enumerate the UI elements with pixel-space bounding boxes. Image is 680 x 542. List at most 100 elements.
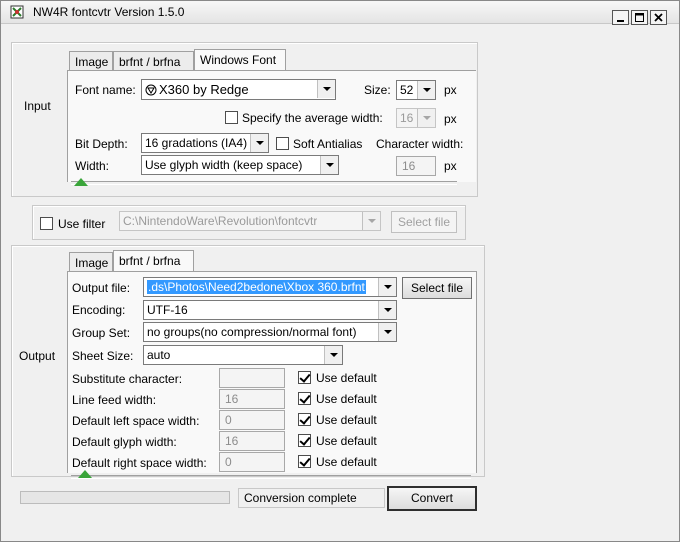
glyph-width-value: 16: [225, 434, 239, 448]
substitute-character-label: Substitute character:: [72, 372, 183, 386]
title-bar[interactable]: NW4R fontcvtr Version 1.5.0: [1, 1, 679, 25]
line-feed-default-label: Use default: [316, 392, 377, 406]
left-space-width-field[interactable]: 0: [219, 410, 285, 430]
substitute-default-checkbox[interactable]: [298, 371, 311, 384]
glyph-width-label: Default glyph width:: [72, 435, 177, 449]
soft-antialias-label: Soft Antialias: [293, 137, 363, 151]
line-feed-default-checkbox[interactable]: [298, 392, 311, 405]
minimize-button[interactable]: [612, 10, 629, 25]
size-value: 52: [400, 83, 414, 97]
output-file-select[interactable]: .ds\Photos\Need2bedone\Xbox 360.brfnt: [143, 277, 397, 297]
font-name-value: X360 by Redge: [159, 82, 249, 97]
width-label: Width:: [75, 159, 110, 173]
tab-brfnt-brfna[interactable]: brfnt / brfna: [113, 51, 194, 71]
chevron-down-icon[interactable]: [250, 134, 268, 152]
average-width-value: 16: [400, 111, 414, 125]
status-message: Conversion complete: [244, 491, 357, 505]
average-width-label: Specify the average width:: [242, 111, 383, 125]
group-set-select[interactable]: no groups(no compression/normal font): [143, 322, 397, 342]
substitute-character-field[interactable]: [219, 368, 285, 388]
width-value: Use glyph width (keep space): [145, 158, 303, 172]
glyph-width-default-label: Use default: [316, 434, 377, 448]
use-filter-checkbox[interactable]: [40, 217, 53, 230]
progress-bar: [20, 491, 230, 504]
glyph-width-field[interactable]: 16: [219, 431, 285, 451]
filter-path-select[interactable]: C:\NintendoWare\Revolution\fontcvtr: [119, 211, 381, 231]
maximize-button[interactable]: [631, 10, 648, 25]
left-space-width-label: Default left space width:: [72, 414, 200, 428]
chevron-down-icon[interactable]: [324, 346, 342, 364]
convert-button[interactable]: Convert: [387, 486, 477, 511]
use-filter-label: Use filter: [58, 217, 106, 231]
opentype-font-icon: [145, 84, 157, 96]
minimize-icon: [617, 20, 624, 22]
sheet-size-value: auto: [147, 348, 171, 362]
chevron-down-icon[interactable]: [320, 156, 338, 174]
chevron-down-icon[interactable]: [362, 212, 380, 230]
tab-image[interactable]: Image: [69, 51, 113, 71]
bit-depth-select[interactable]: 16 gradations (IA4): [141, 133, 269, 153]
average-width-select[interactable]: 16: [396, 108, 436, 128]
output-select-file-button[interactable]: Select file: [402, 277, 472, 299]
width-select[interactable]: Use glyph width (keep space): [141, 155, 339, 175]
font-name-label: Font name:: [75, 83, 136, 97]
character-width-field[interactable]: 16: [396, 156, 436, 176]
substitute-default-label: Use default: [316, 371, 377, 385]
tab-windows-font[interactable]: Windows Font: [194, 49, 286, 71]
output-panel-splitter[interactable]: [71, 475, 471, 479]
font-name-select[interactable]: X360 by Redge: [141, 79, 336, 100]
average-width-checkbox[interactable]: [225, 111, 238, 124]
size-label: Size:: [364, 83, 391, 97]
right-space-width-label: Default right space width:: [72, 456, 207, 470]
tab-output-image[interactable]: Image: [69, 252, 113, 272]
output-group-label: Output: [19, 349, 56, 363]
line-feed-width-label: Line feed width:: [72, 393, 157, 407]
close-button[interactable]: [650, 10, 667, 25]
expand-triangle-icon[interactable]: [78, 470, 92, 478]
sheet-size-label: Sheet Size:: [72, 349, 134, 363]
chevron-down-icon[interactable]: [317, 80, 335, 98]
left-space-default-label: Use default: [316, 413, 377, 427]
encoding-select[interactable]: UTF-16: [143, 300, 397, 320]
left-space-width-value: 0: [225, 413, 232, 427]
chevron-down-icon[interactable]: [378, 323, 396, 341]
bit-depth-value: 16 gradations (IA4): [145, 136, 248, 150]
app-window: NW4R fontcvtr Version 1.5.0 Input Image …: [0, 0, 680, 542]
encoding-label: Encoding:: [72, 303, 126, 317]
line-feed-width-value: 16: [225, 392, 239, 406]
expand-triangle-icon[interactable]: [74, 178, 88, 186]
left-space-default-checkbox[interactable]: [298, 413, 311, 426]
line-feed-width-field[interactable]: 16: [219, 389, 285, 409]
tab-output-brfnt-brfna[interactable]: brfnt / brfna: [113, 250, 194, 272]
character-width-unit: px: [444, 159, 457, 173]
filter-path-value: C:\NintendoWare\Revolution\fontcvtr: [123, 214, 318, 228]
chevron-down-icon[interactable]: [417, 109, 435, 127]
status-panel: Conversion complete: [238, 488, 385, 508]
right-space-default-label: Use default: [316, 455, 377, 469]
output-file-value: .ds\Photos\Need2bedone\Xbox 360.brfnt: [147, 280, 366, 294]
chevron-down-icon[interactable]: [378, 278, 396, 296]
input-group-label: Input: [24, 99, 51, 113]
size-unit: px: [444, 83, 457, 97]
chevron-down-icon[interactable]: [378, 301, 396, 319]
character-width-label: Character width:: [376, 137, 464, 151]
bit-depth-label: Bit Depth:: [75, 137, 128, 151]
app-icon: [10, 5, 24, 19]
window-title: NW4R fontcvtr Version 1.5.0: [33, 5, 185, 19]
right-space-width-value: 0: [225, 455, 232, 469]
group-set-value: no groups(no compression/normal font): [147, 325, 357, 339]
filter-select-file-button[interactable]: Select file: [391, 211, 457, 233]
right-space-width-field[interactable]: 0: [219, 452, 285, 472]
sheet-size-select[interactable]: auto: [143, 345, 343, 365]
soft-antialias-checkbox[interactable]: [276, 137, 289, 150]
right-space-default-checkbox[interactable]: [298, 455, 311, 468]
chevron-down-icon[interactable]: [417, 81, 435, 99]
group-set-label: Group Set:: [72, 326, 131, 340]
encoding-value: UTF-16: [147, 303, 188, 317]
size-select[interactable]: 52: [396, 80, 436, 100]
maximize-icon: [635, 13, 644, 22]
character-width-value: 16: [402, 159, 416, 173]
panel-splitter[interactable]: [71, 181, 457, 185]
glyph-width-default-checkbox[interactable]: [298, 434, 311, 447]
output-file-label: Output file:: [72, 281, 131, 295]
